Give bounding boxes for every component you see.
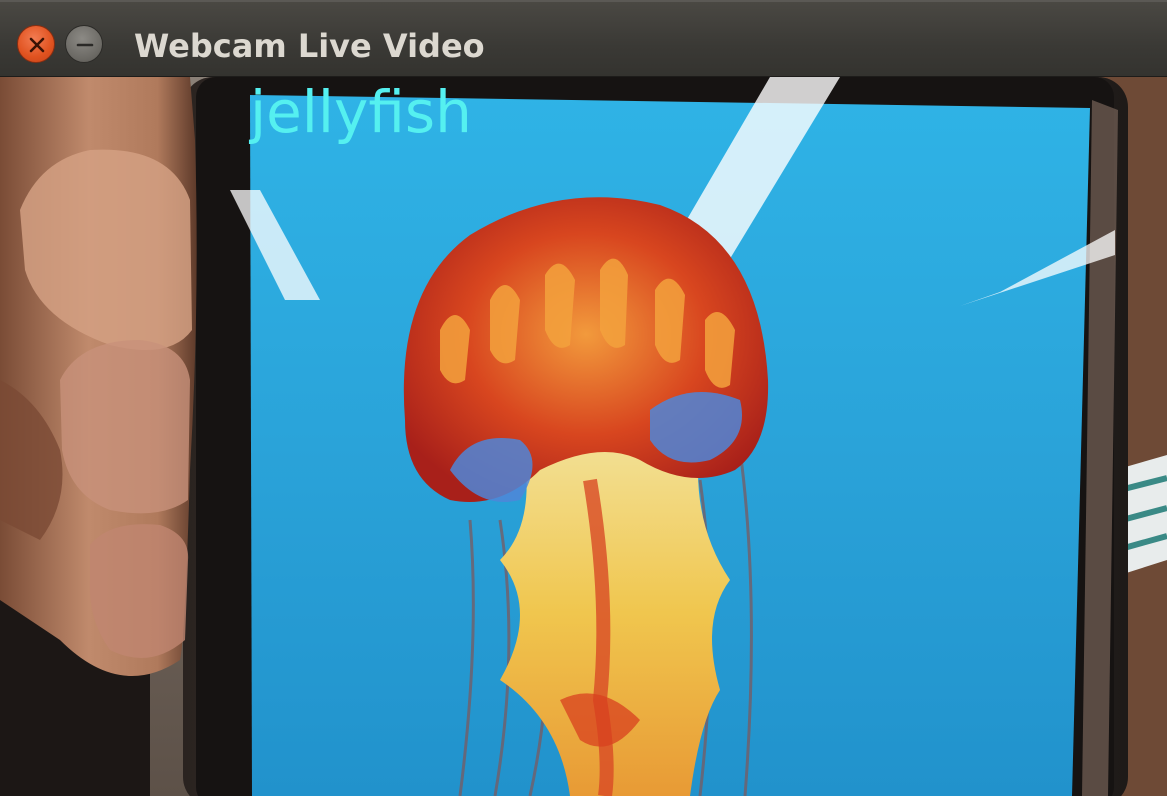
classification-label: jellyfish xyxy=(250,78,472,146)
title-bar[interactable]: Webcam Live Video xyxy=(0,0,1167,77)
minimize-button[interactable] xyxy=(65,25,103,63)
webcam-window: Webcam Live Video jellyfish xyxy=(0,0,1167,796)
webcam-image xyxy=(0,77,1167,796)
video-frame xyxy=(0,77,1167,796)
close-icon xyxy=(29,37,45,53)
window-title: Webcam Live Video xyxy=(134,27,485,65)
minimize-icon xyxy=(76,43,94,47)
close-button[interactable] xyxy=(17,25,55,63)
